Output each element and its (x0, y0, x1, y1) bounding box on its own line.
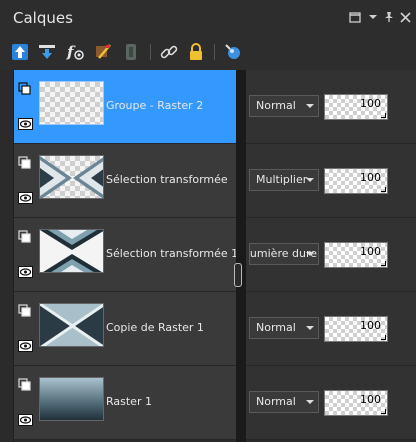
edit-selection-icon[interactable] (92, 41, 114, 63)
layer-name: Groupe - Raster 2 (106, 99, 204, 112)
eye-icon[interactable] (18, 411, 33, 426)
panel-titlebar: Calques (0, 0, 416, 34)
resize-corner-icon (381, 113, 386, 118)
layer-row[interactable]: Groupe - Raster 2 (14, 70, 236, 144)
blend-mode-value: Multiplier (256, 173, 308, 186)
layer-name: Sélection transformée (106, 173, 228, 186)
panel-title: Calques (13, 9, 73, 27)
opacity-field[interactable]: 100 (324, 316, 388, 342)
layer-row[interactable]: Raster 1 (14, 366, 236, 440)
restore-icon[interactable] (348, 10, 362, 24)
left-gutter (0, 70, 14, 442)
eye-icon[interactable] (18, 263, 33, 278)
resize-corner-icon (381, 187, 386, 192)
blend-mode-dropdown[interactable]: Multiplier (249, 169, 319, 191)
panel-splitter[interactable] (236, 70, 246, 442)
resize-corner-icon (381, 261, 386, 266)
layer-group-icon[interactable] (18, 155, 32, 169)
toolbar-separator (150, 44, 151, 60)
blend-mode-dropdown[interactable]: Normal (249, 317, 319, 339)
eye-icon[interactable] (18, 115, 33, 130)
layer-props-row: Multiplier 100 (246, 144, 416, 218)
layer-group-icon[interactable] (18, 303, 32, 317)
opacity-field[interactable]: 100 (324, 390, 388, 416)
blend-mode-dropdown[interactable]: Lumière dure (249, 243, 319, 265)
layer-thumbnail (39, 81, 104, 125)
layer-name: Sélection transformée 1 (106, 247, 239, 260)
opacity-value: 100 (360, 245, 381, 258)
layer-name: Raster 1 (106, 395, 152, 408)
layers-toolbar: f (0, 34, 416, 70)
layer-props-row: Lumière dure 100 (246, 218, 416, 292)
toolbar-separator (214, 44, 215, 60)
eye-icon[interactable] (18, 189, 33, 204)
layer-name: Copie de Raster 1 (106, 321, 204, 334)
new-vector-layer-icon[interactable] (36, 41, 58, 63)
opacity-value: 100 (360, 171, 381, 184)
layer-group-icon[interactable] (18, 81, 32, 95)
chevron-down-icon (306, 326, 314, 330)
layer-group-icon[interactable] (18, 229, 32, 243)
layer-thumbnail (39, 229, 104, 273)
layer-properties-icon[interactable] (222, 41, 244, 63)
resize-corner-icon (381, 409, 386, 414)
opacity-field[interactable]: 100 (324, 94, 388, 120)
layer-row[interactable]: Sélection transformée (14, 144, 236, 218)
layer-thumbnail (39, 377, 104, 421)
layer-row[interactable]: Copie de Raster 1 (14, 292, 236, 366)
new-raster-layer-icon[interactable] (9, 41, 31, 63)
chevron-down-icon (306, 252, 314, 256)
opacity-value: 100 (360, 319, 381, 332)
svg-text:f: f (66, 43, 76, 61)
layer-props-row: Normal 100 (246, 366, 416, 440)
layer-thumbnail (39, 155, 104, 199)
layer-thumbnail (39, 303, 104, 347)
lock-icon[interactable] (185, 41, 207, 63)
layers-panel: Groupe - Raster 2 Sélection transformée (0, 70, 416, 442)
layer-list: Groupe - Raster 2 Sélection transformée (14, 70, 239, 442)
pin-icon[interactable] (382, 10, 396, 24)
opacity-value: 100 (360, 97, 381, 110)
opacity-value: 100 (360, 393, 381, 406)
layer-group-icon[interactable] (18, 377, 32, 391)
layer-props-row: Normal 100 (246, 292, 416, 366)
layer-group-icon[interactable] (120, 41, 142, 63)
chevron-down-icon (306, 178, 314, 182)
layer-properties-column: Normal 100 Multiplier 100 Lumière dure 1… (246, 70, 416, 442)
blend-mode-dropdown[interactable]: Normal (249, 95, 319, 117)
eye-icon[interactable] (18, 337, 33, 352)
blend-mode-value: Normal (256, 99, 296, 112)
menu-arrow-icon[interactable] (366, 10, 380, 24)
chevron-down-icon (306, 104, 314, 108)
chevron-down-icon (306, 400, 314, 404)
splitter-grip[interactable] (234, 263, 242, 287)
blend-mode-value: Normal (256, 395, 296, 408)
opacity-field[interactable]: 100 (324, 242, 388, 268)
layer-visibility-icon[interactable]: f (64, 41, 86, 63)
blend-mode-value: Normal (256, 321, 296, 334)
layer-props-row: Normal 100 (246, 70, 416, 144)
close-icon[interactable] (398, 10, 412, 24)
resize-corner-icon (381, 335, 386, 340)
link-icon[interactable] (158, 41, 180, 63)
layer-row[interactable]: Sélection transformée 1 (14, 218, 239, 292)
blend-mode-dropdown[interactable]: Normal (249, 391, 319, 413)
opacity-field[interactable]: 100 (324, 168, 388, 194)
